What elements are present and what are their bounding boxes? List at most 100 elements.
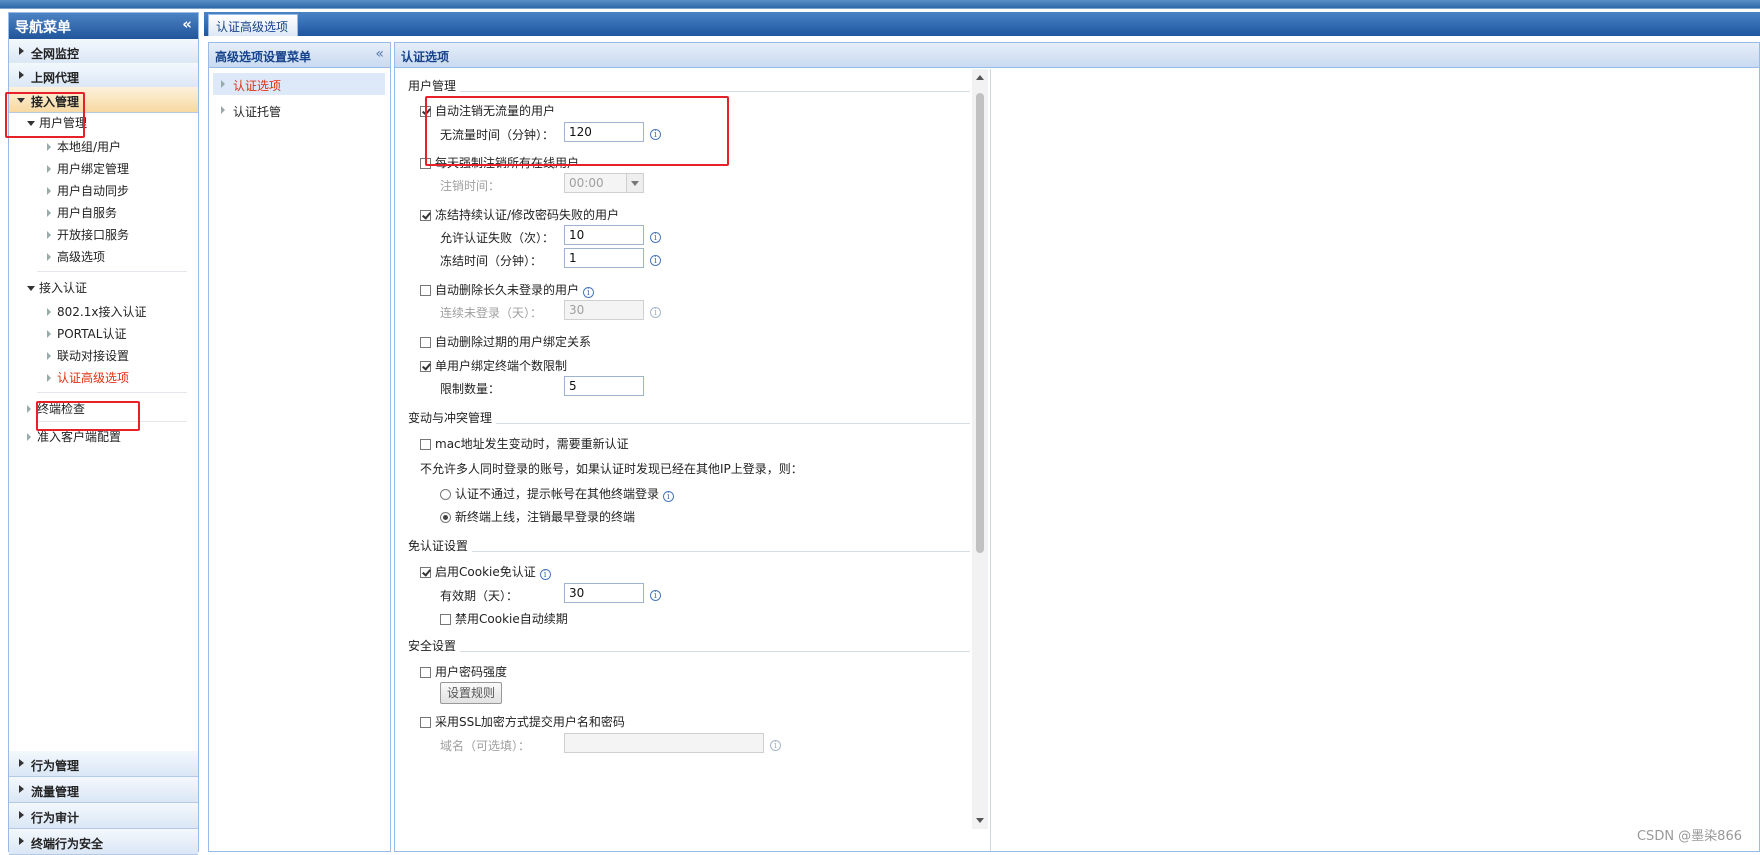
- bind-limit-row[interactable]: 单用户绑定终端个数限制: [420, 357, 567, 374]
- limit-count-input[interactable]: 5: [564, 376, 644, 396]
- info-icon[interactable]: i: [650, 228, 661, 243]
- highlight-box-access-management: [5, 92, 85, 138]
- arrow-right-icon: [19, 47, 24, 55]
- panel-title: 认证选项: [401, 50, 450, 64]
- cookie-row[interactable]: 启用Cookie免认证 i: [420, 563, 551, 580]
- divider: [37, 392, 187, 393]
- arrow-right-icon: [19, 837, 24, 845]
- nav-section-terminal-behavior-security[interactable]: 终端行为安全: [9, 829, 198, 855]
- top-stripe: [0, 0, 1760, 9]
- disable-renew-row[interactable]: 禁用Cookie自动续期: [440, 610, 568, 627]
- info-icon[interactable]: i: [539, 569, 551, 580]
- tree-item-user-auto-sync[interactable]: 用户自动同步: [47, 182, 129, 199]
- collapse-icon[interactable]: «: [182, 15, 192, 33]
- nav-section-behavior-management[interactable]: 行为管理: [9, 751, 198, 777]
- form-scrollbar[interactable]: [972, 69, 988, 829]
- tree-item-linkage-settings[interactable]: 联动对接设置: [47, 347, 129, 364]
- navigation-panel: 导航菜单 « 全网监控 上网代理 接入管理 用户管理 本地组/用户 用户绑定管理…: [8, 12, 199, 855]
- set-rules-button[interactable]: 设置规则: [440, 682, 503, 704]
- menu2-item-auth-hosting[interactable]: 认证托管: [213, 99, 385, 121]
- bind-limit-checkbox[interactable]: [420, 361, 431, 372]
- tree-item-user-binding[interactable]: 用户绑定管理: [47, 160, 129, 177]
- panel-header: 认证选项: [395, 43, 1759, 68]
- opt-reject-radio[interactable]: [440, 489, 451, 500]
- info-icon[interactable]: i: [662, 491, 674, 502]
- nav-title: 导航菜单: [15, 20, 71, 36]
- tree-arrow-icon: [47, 352, 51, 360]
- pwd-strength-row[interactable]: 用户密码强度: [420, 663, 507, 680]
- nav-section-internet-proxy[interactable]: 上网代理: [9, 63, 198, 89]
- nav-section-behavior-audit[interactable]: 行为审计: [9, 803, 198, 829]
- scroll-down-icon[interactable]: [976, 818, 984, 823]
- mac-change-row[interactable]: mac地址发生变动时，需要重新认证: [420, 435, 629, 452]
- validity-label: 有效期（天）：: [440, 589, 519, 603]
- tree-group-access-auth[interactable]: 接入认证: [27, 279, 87, 296]
- info-icon[interactable]: i: [650, 251, 661, 266]
- tree-arrow-icon: [47, 253, 51, 261]
- auto-delete-expired-bind-checkbox[interactable]: [420, 337, 431, 348]
- logout-time-select[interactable]: 00:00: [564, 173, 644, 193]
- chevron-down-icon: [626, 174, 643, 192]
- mac-change-checkbox[interactable]: [420, 439, 431, 450]
- auto-delete-inactive-checkbox[interactable]: [420, 285, 431, 296]
- allow-fail-input[interactable]: 10: [564, 225, 644, 245]
- tree-arrow-icon: [47, 308, 51, 316]
- limit-count-label: 限制数量：: [440, 382, 501, 396]
- expanded-triangle-icon: [27, 286, 35, 291]
- tree-item-local-group-user[interactable]: 本地组/用户: [47, 138, 121, 155]
- pwd-strength-checkbox[interactable]: [420, 667, 431, 678]
- scroll-up-icon[interactable]: [976, 75, 984, 80]
- info-icon[interactable]: i: [770, 736, 781, 751]
- freeze-time-label: 冻结时间（分钟）：: [440, 254, 543, 268]
- tab-auth-advanced-options[interactable]: 认证高级选项: [208, 14, 298, 36]
- inactive-days-label: 连续未登录（天）：: [440, 306, 543, 320]
- ssl-row[interactable]: 采用SSL加密方式提交用户名和密码: [420, 713, 625, 730]
- nav-header: 导航菜单 «: [9, 13, 198, 39]
- tree-item-portal-auth[interactable]: PORTAL认证: [47, 325, 126, 342]
- domain-input[interactable]: [564, 733, 764, 753]
- tree-item-user-self-service[interactable]: 用户自服务: [47, 204, 117, 221]
- collapse-icon[interactable]: «: [375, 46, 384, 62]
- divider: [37, 271, 187, 272]
- arrow-right-icon: [19, 759, 24, 767]
- tree-arrow-icon: [47, 209, 51, 217]
- tree-arrow-icon: [27, 405, 31, 413]
- section-security: 安全设置: [408, 637, 970, 654]
- opt-new-online-radio[interactable]: [440, 512, 451, 523]
- tree-item-8021x-auth[interactable]: 802.1x接入认证: [47, 303, 146, 320]
- cookie-checkbox[interactable]: [420, 567, 431, 578]
- tree-item-auth-advanced-options[interactable]: 认证高级选项: [47, 369, 129, 386]
- info-icon[interactable]: i: [650, 586, 661, 601]
- menu2-item-auth-options[interactable]: 认证选项: [213, 73, 385, 95]
- section-change-conflict: 变动与冲突管理: [408, 409, 970, 426]
- freeze-time-input[interactable]: 1: [564, 248, 644, 268]
- tree-item-open-api-service[interactable]: 开放接口服务: [47, 226, 129, 243]
- disable-renew-checkbox[interactable]: [440, 614, 451, 625]
- info-icon[interactable]: i: [582, 287, 594, 298]
- tree-arrow-icon: [47, 231, 51, 239]
- arrow-right-icon: [19, 811, 24, 819]
- freeze-failed-checkbox[interactable]: [420, 210, 431, 221]
- tree-arrow-icon: [47, 143, 51, 151]
- menu2-header: 高级选项设置菜单 «: [209, 43, 390, 68]
- info-icon[interactable]: i: [650, 303, 661, 318]
- arrow-right-icon: [19, 785, 24, 793]
- tree-arrow-icon: [221, 80, 225, 88]
- tree-arrow-icon: [47, 187, 51, 195]
- ssl-checkbox[interactable]: [420, 717, 431, 728]
- validity-input[interactable]: 30: [564, 583, 644, 603]
- opt-new-online-row[interactable]: 新终端上线，注销最早登录的终端: [440, 508, 635, 525]
- tree-arrow-icon: [47, 330, 51, 338]
- tree-arrow-icon: [221, 106, 225, 114]
- auto-delete-expired-bind-row[interactable]: 自动删除过期的用户绑定关系: [420, 333, 591, 350]
- scroll-thumb[interactable]: [976, 93, 984, 553]
- tree-item-advanced-options[interactable]: 高级选项: [47, 248, 105, 265]
- watermark: CSDN @墨染866: [1636, 829, 1742, 844]
- inactive-days-input[interactable]: 30: [564, 300, 644, 320]
- opt-reject-row[interactable]: 认证不通过，提示帐号在其他终端登录 i: [440, 485, 674, 502]
- auto-delete-inactive-row[interactable]: 自动删除长久未登录的用户 i: [420, 281, 594, 298]
- freeze-failed-row[interactable]: 冻结持续认证/修改密码失败的用户: [420, 206, 619, 223]
- nav-section-traffic-management[interactable]: 流量管理: [9, 777, 198, 803]
- nav-section-network-monitor[interactable]: 全网监控: [9, 39, 198, 65]
- highlight-box-noflow: [425, 96, 729, 166]
